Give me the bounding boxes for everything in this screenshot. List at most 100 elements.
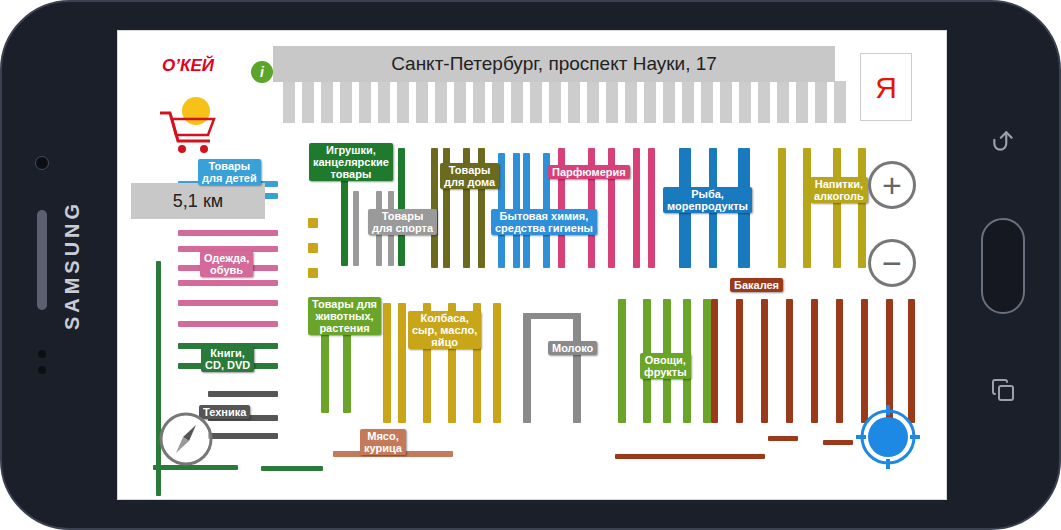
checkout-counter [530, 81, 542, 123]
category-label[interactable]: Мясо,курица [360, 429, 406, 455]
category-label[interactable]: Молоко [548, 341, 597, 355]
shelf[interactable] [786, 299, 793, 423]
category-label[interactable]: Одежда,обувь [200, 251, 253, 277]
home-button[interactable] [981, 218, 1025, 314]
my-location-icon[interactable] [856, 405, 920, 469]
checkout-counter [511, 81, 523, 123]
category-label[interactable]: Колбаса,сыр, масло,яйцо [408, 311, 481, 349]
shelf[interactable] [823, 440, 853, 445]
distance-badge: 5,1 км [131, 183, 265, 219]
category-label[interactable]: Парфюмерия [548, 165, 630, 179]
shelf[interactable] [648, 148, 655, 268]
screen: О’КЕЙ iСанкт-Петербург, проспект Науки, 1… [117, 30, 947, 500]
back-icon[interactable] [990, 128, 1016, 154]
shelf[interactable] [736, 299, 743, 423]
checkout-counter [587, 81, 599, 123]
store-logo[interactable]: О’КЕЙ [162, 53, 214, 79]
category-label[interactable]: Бытовая химия,средства гигиены [491, 209, 597, 235]
category-label[interactable]: Бакалея [730, 278, 783, 292]
checkout-counter [378, 81, 390, 123]
address-bar: Санкт-Петербург, проспект Науки, 17 [273, 46, 835, 82]
shelf[interactable] [886, 299, 893, 423]
checkout-counter [492, 81, 504, 123]
checkout-counter [815, 81, 827, 123]
shelf[interactable] [761, 299, 768, 423]
checkout-counter [720, 81, 732, 123]
shelf[interactable] [861, 299, 868, 423]
shelf[interactable] [178, 280, 278, 286]
category-label[interactable]: Книги,CD, DVD [201, 346, 254, 372]
shelf[interactable] [493, 303, 501, 423]
shelf[interactable] [261, 466, 323, 471]
shelf[interactable] [523, 313, 531, 423]
shelf[interactable] [811, 299, 818, 423]
shelf[interactable] [398, 303, 406, 423]
shelf[interactable] [431, 148, 438, 268]
cart-sun-icon [156, 89, 222, 159]
category-label[interactable]: Товары дляживотных,растения [308, 297, 381, 335]
shelf[interactable] [308, 268, 318, 278]
zoom-in-button[interactable]: + [868, 161, 916, 209]
checkout-counter [606, 81, 618, 123]
category-label[interactable]: Рыба,морепродукты [663, 187, 752, 213]
shelf[interactable] [711, 299, 718, 423]
checkout-counter [302, 81, 314, 123]
checkout-counter [321, 81, 333, 123]
category-label[interactable]: Товарыдля детей [198, 159, 261, 185]
checkout-counter [758, 81, 770, 123]
category-label[interactable]: Товарыдля спорта [368, 209, 437, 235]
brand-label: SAMSUNG [58, 200, 88, 330]
shelf[interactable] [153, 465, 238, 470]
checkout-counter [454, 81, 466, 123]
category-label[interactable]: Овощи,фрукты [640, 353, 691, 379]
category-label[interactable]: Напитки,алкоголь [810, 177, 868, 203]
shelf[interactable] [353, 191, 359, 266]
checkout-counter [644, 81, 656, 123]
checkout-counter [340, 81, 352, 123]
category-label[interactable]: Игрушки,канцелярскиетовары [309, 143, 393, 181]
zoom-out-button[interactable]: − [868, 239, 916, 287]
shelf[interactable] [308, 218, 318, 228]
shelf[interactable] [615, 454, 765, 459]
shelf[interactable] [308, 243, 318, 253]
checkout-counter [397, 81, 409, 123]
shelf[interactable] [178, 300, 278, 306]
shelf[interactable] [618, 299, 626, 423]
checkout-counter [777, 81, 789, 123]
shelf[interactable] [398, 148, 405, 266]
shelf[interactable] [778, 148, 786, 268]
checkout-counter [473, 81, 485, 123]
shelf[interactable] [156, 261, 161, 496]
shelf[interactable] [178, 230, 278, 236]
shelf[interactable] [208, 433, 278, 439]
yandex-logo[interactable]: Я [860, 53, 912, 121]
left-bezel: SAMSUNG [2, 2, 117, 528]
shelf[interactable] [573, 313, 581, 423]
checkout-counter [663, 81, 675, 123]
right-bezel [947, 2, 1059, 528]
shelf[interactable] [908, 299, 915, 423]
checkout-counter [359, 81, 371, 123]
shelf[interactable] [633, 148, 640, 268]
shelf[interactable] [178, 321, 278, 327]
shelf[interactable] [833, 148, 841, 268]
shelf[interactable] [523, 313, 581, 319]
checkout-counter [568, 81, 580, 123]
shelf[interactable] [836, 299, 843, 423]
category-label[interactable]: Товарыдля дома [440, 163, 499, 189]
shelf[interactable] [858, 148, 866, 268]
recent-apps-icon[interactable] [991, 378, 1015, 402]
info-button[interactable]: i [251, 61, 273, 83]
shelf[interactable] [208, 391, 278, 397]
shelf[interactable] [383, 303, 391, 423]
checkout-counter [416, 81, 428, 123]
checkout-counter [796, 81, 808, 123]
shelf[interactable] [803, 148, 811, 268]
shelf[interactable] [703, 299, 711, 423]
shelf[interactable] [768, 436, 798, 441]
camera-icon [35, 156, 49, 170]
speaker-grill [37, 210, 47, 310]
category-label[interactable]: Техника [199, 405, 250, 419]
checkout-counter [739, 81, 751, 123]
compass-icon[interactable] [158, 411, 214, 467]
